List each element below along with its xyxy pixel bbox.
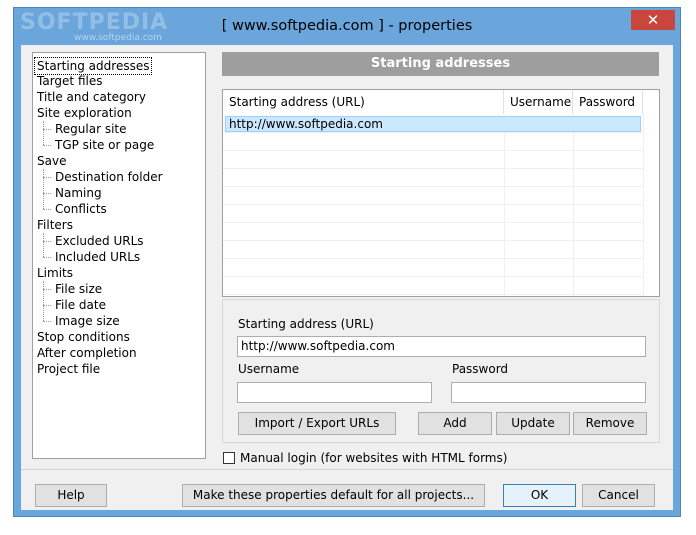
column-header-username[interactable]: Username: [504, 90, 573, 114]
tree-item[interactable]: Target files: [37, 73, 102, 89]
column-header-password[interactable]: Password: [573, 90, 643, 114]
tree-item[interactable]: Image size: [55, 313, 120, 329]
close-button[interactable]: ✕: [631, 10, 675, 30]
tree-item[interactable]: Site exploration: [37, 105, 132, 121]
tree-item[interactable]: TGP site or page: [55, 137, 154, 153]
url-input[interactable]: http://www.softpedia.com: [237, 336, 646, 357]
import-export-urls-button[interactable]: Import / Export URLs: [238, 412, 396, 435]
divider: [21, 469, 673, 470]
tree-item[interactable]: Stop conditions: [37, 329, 130, 345]
address-editor: Starting address (URL) http://www.softpe…: [222, 299, 660, 443]
tree-item[interactable]: File date: [55, 297, 106, 313]
tree-item[interactable]: Destination folder: [55, 169, 163, 185]
ok-button[interactable]: OK: [503, 484, 576, 507]
dialog-client-area: Starting addresses Target files Title and …: [21, 45, 673, 510]
tree-item[interactable]: Limits: [37, 265, 73, 281]
password-input[interactable]: [451, 382, 646, 403]
tree-item[interactable]: Conflicts: [55, 201, 107, 217]
column-header-url[interactable]: Starting address (URL): [223, 90, 504, 114]
cancel-button[interactable]: Cancel: [582, 484, 655, 507]
tree-item[interactable]: Title and category: [37, 89, 146, 105]
help-button[interactable]: Help: [35, 484, 107, 507]
window-title: [ www.softpedia.com ] - properties: [221, 18, 473, 34]
tree-item[interactable]: File size: [55, 281, 102, 297]
username-input[interactable]: [237, 382, 432, 403]
tree-item[interactable]: Project file: [37, 361, 100, 377]
add-button[interactable]: Add: [418, 412, 492, 435]
table-cell-url: http://www.softpedia.com: [229, 117, 383, 131]
addresses-table[interactable]: Starting address (URL) Username Password…: [222, 89, 660, 297]
category-tree[interactable]: Starting addresses Target files Title and …: [32, 52, 206, 459]
tree-item[interactable]: Naming: [55, 185, 102, 201]
tree-item[interactable]: Filters: [37, 217, 73, 233]
section-header: Starting addresses: [222, 52, 659, 76]
make-default-button[interactable]: Make these properties default for all pr…: [182, 484, 485, 507]
remove-button[interactable]: Remove: [573, 412, 647, 435]
tree-item[interactable]: Regular site: [55, 121, 127, 137]
tree-item[interactable]: Excluded URLs: [55, 233, 144, 249]
url-label: Starting address (URL): [238, 317, 374, 331]
update-button[interactable]: Update: [496, 412, 570, 435]
properties-window: SOFTPEDIA www.softpedia.com [ www.softpe…: [13, 7, 681, 517]
manual-login-label: Manual login (for websites with HTML for…: [240, 451, 508, 465]
tree-item[interactable]: Included URLs: [55, 249, 140, 265]
username-label: Username: [238, 362, 300, 376]
password-label: Password: [452, 362, 509, 376]
tree-item[interactable]: Save: [37, 153, 66, 169]
table-row[interactable]: http://www.softpedia.com: [225, 116, 641, 132]
manual-login-checkbox[interactable]: [223, 452, 235, 464]
tree-item[interactable]: After completion: [37, 345, 137, 361]
